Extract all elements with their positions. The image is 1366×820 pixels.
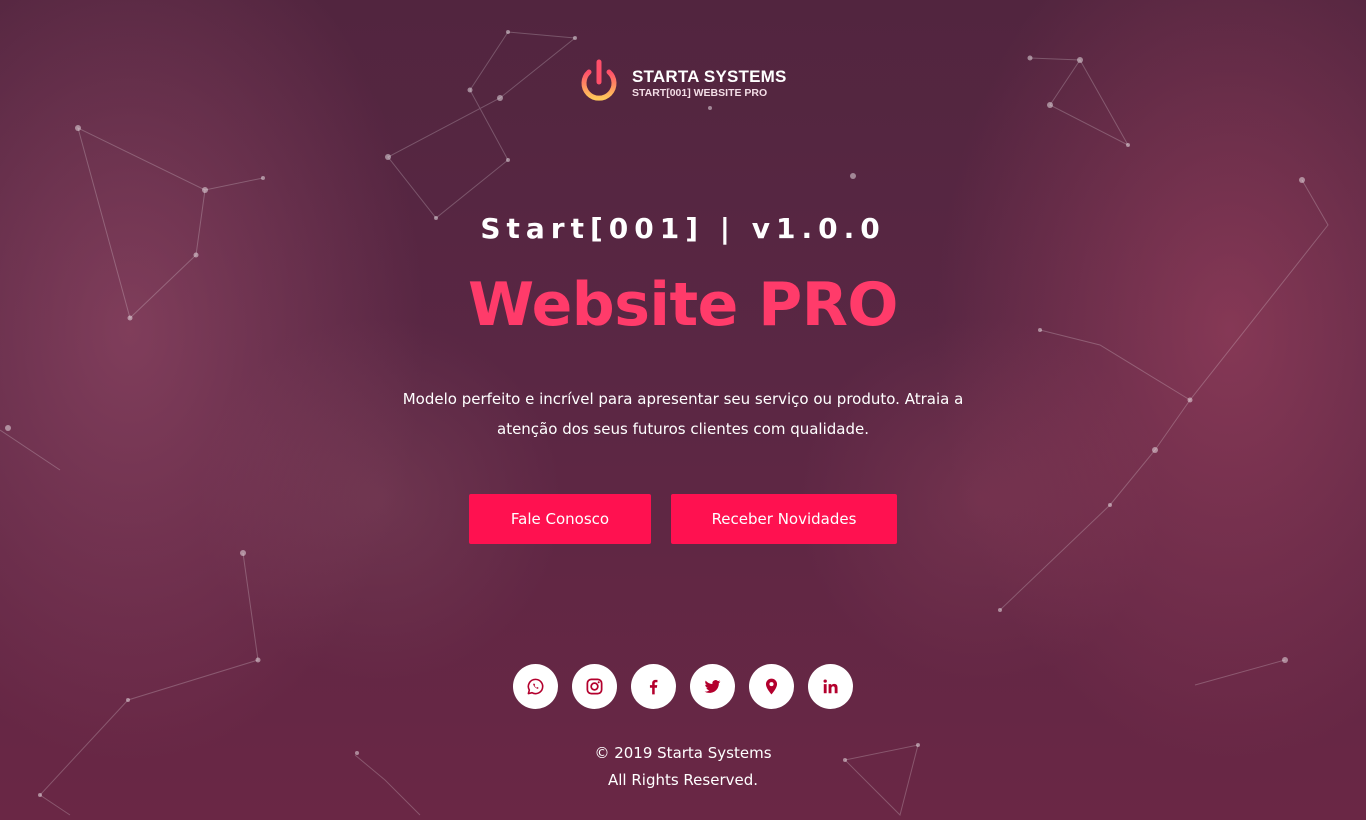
social-links [513,664,853,709]
whatsapp-link[interactable] [513,664,558,709]
version-heading: Start[001] | v1.0.0 [480,212,886,245]
newsletter-button[interactable]: Receber Novidades [671,494,897,544]
instagram-icon [586,678,603,695]
hero-description: Modelo perfeito e incrível para apresent… [402,390,964,438]
linkedin-link[interactable] [808,664,853,709]
map-pin-icon [765,678,778,695]
rights-text: All Rights Reserved. [607,771,759,789]
brand-tagline: START[001] WEBSITE PRO [632,86,768,99]
footer: © 2019 Starta Systems All Rights Reserve… [0,740,1366,794]
copyright-text: © 2019 Starta Systems [594,744,772,762]
brand-logo[interactable]: STARTA SYSTEMS START[001] WEBSITE PRO [576,58,787,108]
page-title: Website PRO [468,270,898,340]
linkedin-icon [823,679,838,694]
twitter-link[interactable] [690,664,735,709]
whatsapp-icon [527,678,544,695]
facebook-icon [649,679,658,695]
instagram-link[interactable] [572,664,617,709]
contact-button[interactable]: Fale Conosco [469,494,651,544]
brand-name: STARTA SYSTEMS [632,66,787,86]
location-link[interactable] [749,664,794,709]
facebook-link[interactable] [631,664,676,709]
twitter-icon [704,680,721,693]
power-icon [581,59,617,101]
